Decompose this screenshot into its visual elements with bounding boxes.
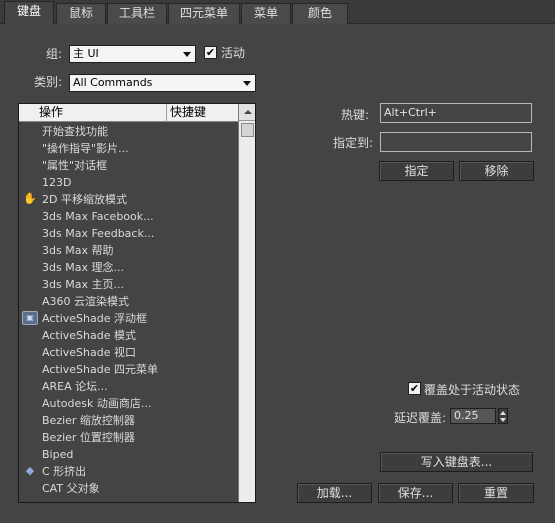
list-item[interactable]: 3ds Max 主页... <box>19 276 238 293</box>
list-item[interactable]: Bezier 位置控制器 <box>19 429 238 446</box>
reset-button[interactable]: 重置 <box>458 483 534 503</box>
save-button[interactable]: 保存... <box>378 483 453 503</box>
c-extrusion-icon: ◆ <box>25 464 35 477</box>
group-label: 组: <box>46 47 63 61</box>
list-item-label: Autodesk 动画商店... <box>42 397 152 410</box>
scroll-thumb[interactable] <box>241 123 254 137</box>
list-rows: 开始查找功能 "操作指导"影片... "属性"对话框 123D ✋ 2D 平移缩放模式 3d… <box>19 123 238 497</box>
tab-mouse[interactable]: 鼠标 <box>56 3 106 24</box>
spinner-up-icon[interactable] <box>500 411 506 415</box>
list-item-label: ActiveShade 模式 <box>42 329 136 342</box>
list-item[interactable]: 3ds Max Facebook... <box>19 208 238 225</box>
list-item[interactable]: 开始查找功能 <box>19 123 238 140</box>
group-value: 主 UI <box>73 47 99 60</box>
tab-quad-menus[interactable]: 四元菜单 <box>168 3 240 24</box>
list-item[interactable]: "操作指导"影片... <box>19 140 238 157</box>
list-item[interactable]: ActiveShade 模式 <box>19 327 238 344</box>
list-item-label: A360 云渲染模式 <box>42 295 130 308</box>
list-header: 操作 快捷键 <box>19 104 238 122</box>
list-item-label: C 形挤出 <box>42 465 87 478</box>
list-item-label: 3ds Max 帮助 <box>42 244 114 257</box>
column-header-shortcut[interactable]: 快捷键 <box>168 104 238 122</box>
hotkey-field[interactable]: Alt+Ctrl+ <box>380 103 532 123</box>
tab-toolbars[interactable]: 工具栏 <box>107 3 167 24</box>
list-item[interactable]: ActiveShade 视口 <box>19 344 238 361</box>
list-scrollbar[interactable] <box>238 104 255 502</box>
tab-colors[interactable]: 颜色 <box>292 3 348 24</box>
list-item[interactable]: Autodesk 动画商店... <box>19 395 238 412</box>
list-item[interactable]: 3ds Max 帮助 <box>19 242 238 259</box>
activeshade-icon: ▣ <box>22 311 38 325</box>
list-item[interactable]: Bezier 缩放控制器 <box>19 412 238 429</box>
list-item[interactable]: 3ds Max Feedback... <box>19 225 238 242</box>
assigned-to-field[interactable] <box>380 132 532 152</box>
list-item-label: "属性"对话框 <box>42 159 108 172</box>
list-item[interactable]: ◆ C 形挤出 <box>19 463 238 480</box>
hand-icon: ✋ <box>23 192 37 205</box>
list-item[interactable]: AREA 论坛... <box>19 378 238 395</box>
category-value: All Commands <box>73 76 153 89</box>
list-item-label: "操作指导"影片... <box>42 142 129 155</box>
category-dropdown[interactable]: All Commands <box>69 74 256 92</box>
action-list: 操作 快捷键 开始查找功能 "操作指导"影片... "属性"对话框 123D ✋ 2D 平… <box>18 103 256 503</box>
active-label: 活动 <box>221 46 246 60</box>
list-item[interactable]: A360 云渲染模式 <box>19 293 238 310</box>
remove-button[interactable]: 移除 <box>459 161 534 181</box>
list-item[interactable]: 123D <box>19 174 238 191</box>
column-header-action[interactable]: 操作 <box>19 104 167 122</box>
list-item-label: ActiveShade 视口 <box>42 346 136 359</box>
list-item-label: 123D <box>42 176 72 189</box>
delay-override-spinner[interactable] <box>498 408 508 424</box>
list-item-label: Bezier 位置控制器 <box>42 431 135 444</box>
list-item-label: Biped <box>42 448 74 461</box>
hotkey-label: 热键: <box>341 108 370 122</box>
tab-bar: 键盘 鼠标 工具栏 四元菜单 菜单 颜色 <box>0 0 555 25</box>
spinner-down-icon[interactable] <box>500 418 506 422</box>
list-item-label: ActiveShade 四元菜单 <box>42 363 158 376</box>
list-item-label: 3ds Max 主页... <box>42 278 124 291</box>
list-item[interactable]: ActiveShade 四元菜单 <box>19 361 238 378</box>
list-item-label: 3ds Max Feedback... <box>42 227 155 240</box>
chevron-down-icon <box>183 52 191 57</box>
delay-override-input[interactable]: 0.25 <box>450 408 496 424</box>
list-item[interactable]: CAT 父对象 <box>19 480 238 497</box>
assigned-to-label: 指定到: <box>333 136 374 150</box>
delay-override-label: 延迟覆盖: <box>394 411 447 425</box>
list-item-label: AREA 论坛... <box>42 380 108 393</box>
list-item-label: ActiveShade 浮动框 <box>42 312 147 325</box>
list-item-label: CAT 父对象 <box>42 482 100 495</box>
list-item[interactable]: ✋ 2D 平移缩放模式 <box>19 191 238 208</box>
list-item-label: 2D 平移缩放模式 <box>42 193 127 206</box>
list-item[interactable]: "属性"对话框 <box>19 157 238 174</box>
list-item-label: 开始查找功能 <box>42 125 108 138</box>
list-item[interactable]: 3ds Max 理念... <box>19 259 238 276</box>
list-item[interactable]: Biped <box>19 446 238 463</box>
tab-keyboard[interactable]: 键盘 <box>4 1 54 25</box>
scroll-up-icon[interactable] <box>239 104 255 121</box>
list-item-label: Bezier 缩放控制器 <box>42 414 135 427</box>
override-label: 覆盖处于活动状态 <box>424 383 521 397</box>
override-checkbox[interactable]: ✔ <box>408 382 421 395</box>
list-item-label: 3ds Max Facebook... <box>42 210 154 223</box>
active-checkbox[interactable]: ✔ <box>204 46 217 59</box>
list-item-label: 3ds Max 理念... <box>42 261 124 274</box>
category-label: 类别: <box>34 75 63 89</box>
write-keyboard-chart-button[interactable]: 写入键盘表... <box>380 452 533 472</box>
tab-menus[interactable]: 菜单 <box>241 3 291 24</box>
load-button[interactable]: 加载... <box>297 483 372 503</box>
list-item[interactable]: ▣ ActiveShade 浮动框 <box>19 310 238 327</box>
group-dropdown[interactable]: 主 UI <box>69 45 196 63</box>
chevron-down-icon <box>243 81 251 86</box>
assign-button[interactable]: 指定 <box>379 161 454 181</box>
